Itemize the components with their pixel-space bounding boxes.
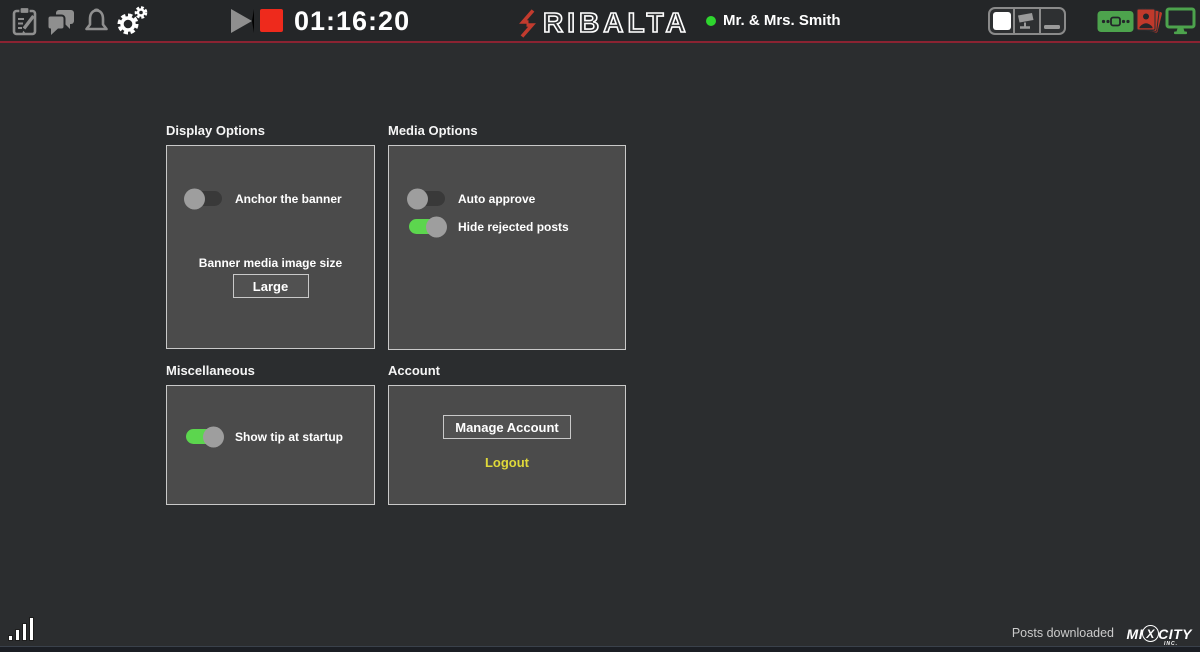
posts-downloaded-label: Posts downloaded (1012, 626, 1114, 640)
user-name: Mr. & Mrs. Smith (723, 12, 841, 29)
manage-account-button[interactable]: Manage Account (443, 415, 571, 439)
session-timer: 01:16:20 (294, 6, 410, 37)
miscellaneous-title: Miscellaneous (166, 363, 375, 378)
topbar: 01:16:20 RIBALTA Mr. & Mrs. Smith (0, 0, 1200, 43)
media-options-panel: Auto approve Hide rejected posts (388, 145, 626, 350)
notifications-bell-icon[interactable] (83, 7, 110, 36)
anchor-banner-label: Anchor the banner (235, 192, 342, 206)
auto-approve-toggle[interactable] (409, 191, 445, 206)
cctv-camera-glyph (1016, 12, 1038, 30)
strip-view-icon[interactable] (1039, 9, 1064, 33)
monitor-icon[interactable] (1165, 7, 1196, 35)
brand-name: RIBALTA (543, 7, 690, 39)
signal-bar (8, 635, 13, 641)
banner-view-square (993, 12, 1011, 30)
brand-logo: RIBALTA (516, 7, 690, 39)
banner-size-button[interactable]: Large (233, 274, 309, 298)
show-tip-toggle[interactable] (186, 429, 222, 444)
toggle-knob (203, 426, 224, 447)
stop-icon[interactable] (260, 9, 283, 32)
app-window: 01:16:20 RIBALTA Mr. & Mrs. Smith (0, 0, 1200, 652)
photo-stack-icon[interactable] (1134, 6, 1164, 36)
toggle-knob (426, 216, 447, 237)
view-mode-segmented-control (988, 7, 1066, 35)
hide-rejected-posts-toggle[interactable] (409, 219, 445, 234)
settings-gear-icon[interactable] (114, 4, 148, 38)
window-bottom-edge (0, 646, 1200, 652)
show-tip-label: Show tip at startup (235, 430, 343, 444)
account-section: Account Manage Account Logout (388, 363, 626, 505)
miscellaneous-panel: Show tip at startup (166, 385, 375, 505)
signal-bar (29, 617, 34, 641)
chat-icon[interactable] (46, 9, 75, 36)
display-options-title: Display Options (166, 123, 375, 138)
user-chip[interactable]: Mr. & Mrs. Smith (706, 12, 841, 29)
hide-rejected-posts-label: Hide rejected posts (458, 220, 569, 234)
signal-bar (22, 623, 27, 641)
display-options-section: Display Options Anchor the banner Banner… (166, 123, 375, 349)
toggle-knob (407, 188, 428, 209)
mixcity-logo: MI X CITY INC. (1127, 625, 1192, 642)
banner-view-icon[interactable] (990, 9, 1013, 33)
toggle-knob (184, 188, 205, 209)
banner-size-label: Banner media image size (167, 256, 374, 270)
media-options-title: Media Options (388, 123, 626, 138)
brand-s-icon (516, 9, 539, 38)
mixcity-x-circle: X (1142, 625, 1159, 642)
notes-edit-icon[interactable] (11, 6, 38, 37)
signal-bar (15, 629, 20, 641)
cassette-icon[interactable] (1097, 9, 1134, 34)
display-options-panel: Anchor the banner Banner media image siz… (166, 145, 375, 349)
mixcity-left: MI (1127, 626, 1144, 642)
signal-strength-icon (8, 617, 34, 641)
logout-button[interactable]: Logout (389, 455, 625, 470)
strip-view-bar (1044, 25, 1060, 29)
camera-view-icon[interactable] (1013, 9, 1038, 33)
auto-approve-label: Auto approve (458, 192, 535, 206)
media-options-section: Media Options Auto approve Hide rejected… (388, 123, 626, 350)
account-title: Account (388, 363, 626, 378)
online-status-dot (706, 16, 716, 26)
play-icon[interactable] (231, 9, 254, 33)
mixcity-right: CITY (1158, 626, 1192, 642)
miscellaneous-section: Miscellaneous Show tip at startup (166, 363, 375, 505)
anchor-banner-toggle[interactable] (186, 191, 222, 206)
account-panel: Manage Account Logout (388, 385, 626, 505)
